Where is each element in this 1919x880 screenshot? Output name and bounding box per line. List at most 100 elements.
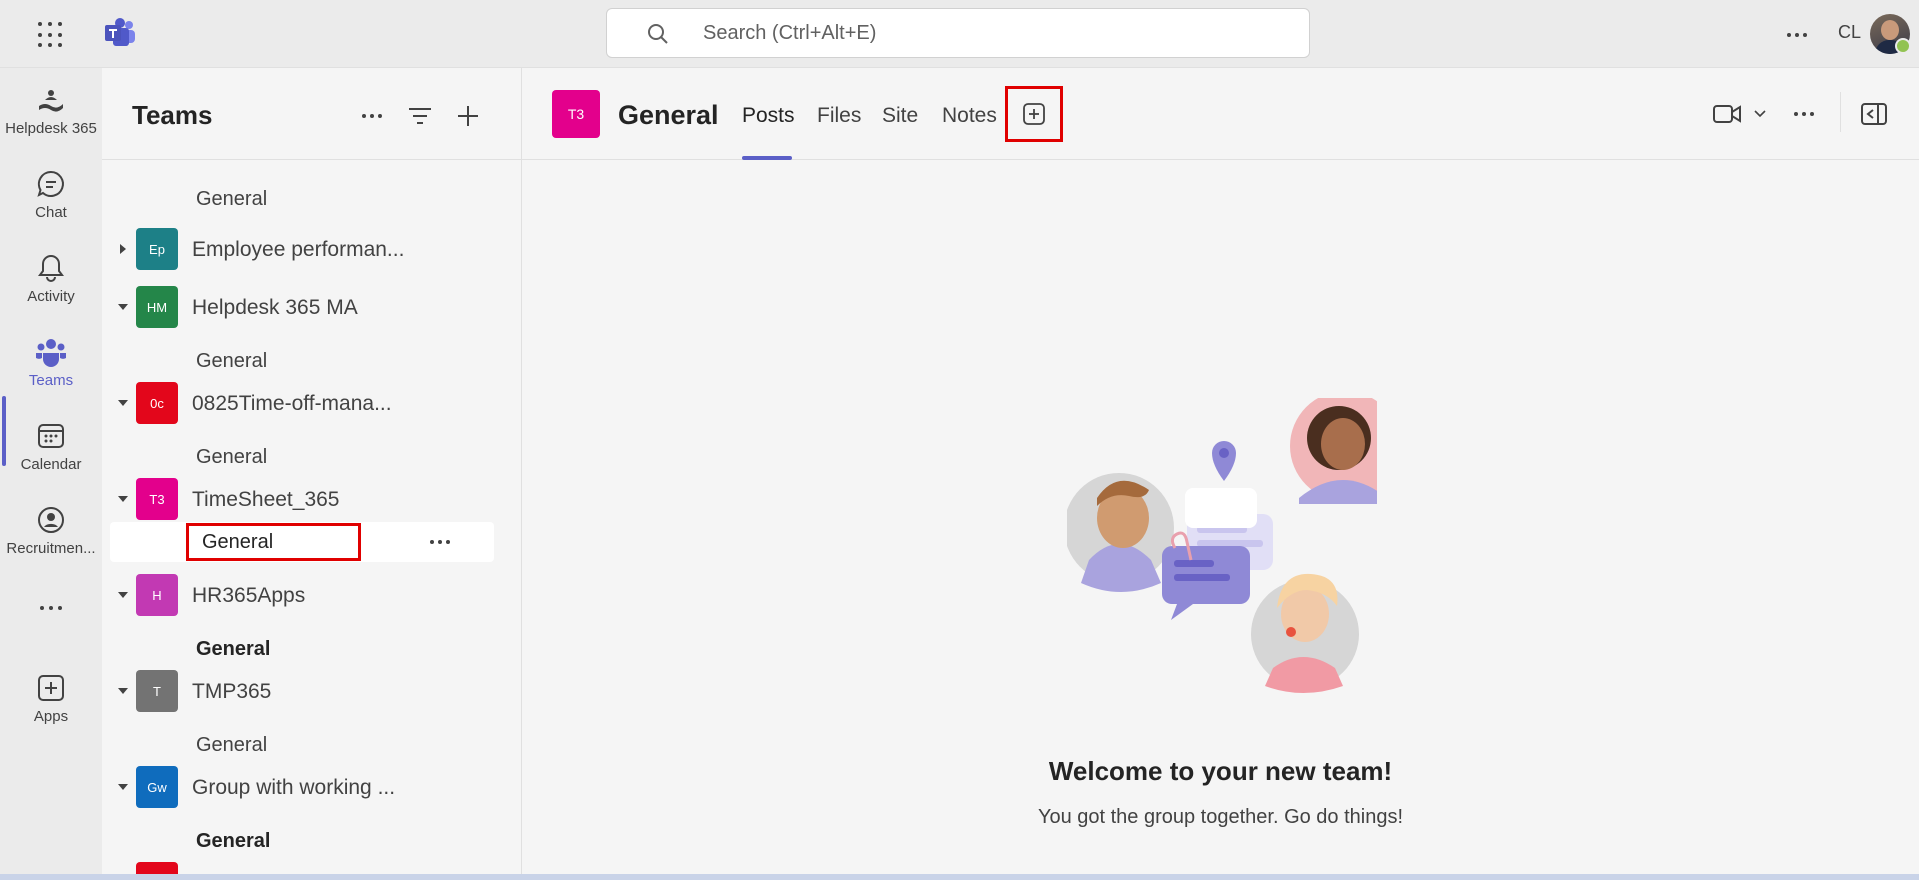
- create-team-button[interactable]: [452, 100, 484, 132]
- search-input[interactable]: [703, 21, 1263, 45]
- team-avatar: T3: [136, 478, 178, 520]
- channel-label: General: [196, 350, 268, 372]
- channel-label: General: [196, 446, 268, 468]
- team-avatar: Gw: [136, 766, 178, 808]
- helpdesk-icon: [39, 90, 63, 112]
- rail-item-label: Helpdesk 365: [5, 120, 97, 137]
- presence-available-icon: [1895, 38, 1911, 54]
- calendar-icon: [38, 424, 64, 448]
- channel-more-options-button[interactable]: [1788, 100, 1820, 128]
- rail-item-label: Recruitmen...: [6, 540, 96, 557]
- filter-button[interactable]: [404, 100, 436, 132]
- teams-logo-icon: [105, 18, 135, 46]
- team-name: Helpdesk 365 MA: [192, 296, 358, 319]
- team-name: TimeSheet_365: [192, 488, 340, 511]
- teams-icon: [36, 339, 66, 367]
- teams-list-pane: Teams General Ep Employee performan... H…: [102, 68, 522, 874]
- rail-item-activity[interactable]: Activity: [0, 242, 102, 322]
- team-avatar: [136, 862, 178, 874]
- channel-row[interactable]: General: [102, 818, 521, 864]
- team-row-partial[interactable]: [102, 860, 521, 874]
- window-bottom-edge: [0, 874, 1919, 880]
- rail-item-label: Chat: [35, 204, 67, 221]
- rail-more-button[interactable]: [0, 578, 102, 638]
- team-avatar: HM: [136, 286, 178, 328]
- welcome-illustration: [1067, 398, 1377, 693]
- team-row[interactable]: T TMP365: [102, 668, 521, 714]
- team-row[interactable]: Ep Employee performan...: [102, 226, 521, 272]
- team-row[interactable]: T3 TimeSheet_365: [102, 476, 521, 522]
- add-tab-button[interactable]: [1005, 86, 1063, 142]
- search-icon: [648, 24, 668, 44]
- settings-more-button[interactable]: [1782, 20, 1812, 50]
- channel-more-button[interactable]: [430, 532, 460, 552]
- channel-row[interactable]: General: [102, 338, 521, 384]
- channel-row-selected[interactable]: General: [110, 522, 494, 562]
- user-initials: CL: [1838, 22, 1862, 42]
- recruitment-icon: [38, 507, 64, 533]
- caret-down-icon[interactable]: [116, 300, 130, 314]
- team-name: TMP365: [192, 680, 272, 703]
- tab-posts[interactable]: Posts: [742, 104, 795, 128]
- channel-team-avatar: T3: [552, 90, 600, 138]
- video-camera-icon: [1713, 105, 1741, 123]
- add-tab-icon: [1023, 103, 1045, 125]
- meet-button[interactable]: [1710, 100, 1770, 128]
- app-rail: Helpdesk 365 Chat Activity Teams Calenda…: [0, 68, 102, 874]
- channel-label: General: [196, 734, 268, 756]
- active-tab-indicator: [742, 156, 792, 160]
- channel-label: General: [196, 638, 271, 660]
- rail-item-label: Activity: [27, 288, 75, 305]
- add-apps-icon: [38, 675, 64, 701]
- rail-item-apps[interactable]: Apps: [0, 662, 102, 742]
- caret-right-icon[interactable]: [116, 242, 130, 256]
- welcome-heading: Welcome to your new team!: [1048, 756, 1393, 786]
- team-avatar: T: [136, 670, 178, 712]
- caret-down-icon[interactable]: [116, 492, 130, 506]
- team-row[interactable]: Gw Group with working ...: [102, 764, 521, 810]
- rail-item-label: Calendar: [20, 456, 82, 473]
- welcome-subtitle: You got the group together. Go do things…: [1037, 806, 1404, 828]
- rail-item-label: Teams: [28, 372, 74, 389]
- channel-main: T3 General Posts Files Site Notes Welcom…: [522, 68, 1919, 874]
- caret-down-icon[interactable]: [116, 588, 130, 602]
- team-avatar: 0c: [136, 382, 178, 424]
- caret-down-icon[interactable]: [116, 396, 130, 410]
- channel-row[interactable]: General: [102, 434, 521, 480]
- team-row[interactable]: H HR365Apps: [102, 572, 521, 618]
- team-row[interactable]: 0c 0825Time-off-mana...: [102, 380, 521, 426]
- team-name: Group with working ...: [192, 776, 396, 799]
- rail-item-label: Apps: [33, 708, 69, 725]
- open-pane-button[interactable]: [1858, 100, 1890, 128]
- caret-down-icon[interactable]: [116, 684, 130, 698]
- rail-item-calendar[interactable]: Calendar: [0, 410, 102, 490]
- channel-row[interactable]: General: [102, 722, 521, 768]
- tab-site[interactable]: Site: [882, 104, 918, 128]
- channel-label: General: [196, 188, 268, 210]
- search-box[interactable]: [606, 8, 1310, 58]
- channel-label: General: [196, 830, 271, 852]
- side-panel-icon: [1861, 103, 1887, 125]
- channel-label: General: [202, 531, 274, 553]
- caret-down-icon[interactable]: [116, 780, 130, 794]
- more-icon: [36, 606, 66, 610]
- tab-notes[interactable]: Notes: [942, 104, 997, 128]
- team-avatar: H: [136, 574, 178, 616]
- team-row[interactable]: HM Helpdesk 365 MA: [102, 284, 521, 330]
- channel-row[interactable]: General: [102, 176, 521, 222]
- rail-item-helpdesk[interactable]: Helpdesk 365: [0, 74, 102, 154]
- app-launcher-icon[interactable]: [36, 20, 66, 50]
- tab-files[interactable]: Files: [817, 104, 861, 128]
- channel-row[interactable]: General: [102, 626, 521, 672]
- channel-header: T3 General Posts Files Site Notes: [522, 68, 1919, 160]
- teams-pane-header: Teams: [102, 68, 521, 160]
- team-name: 0825Time-off-mana...: [192, 392, 392, 415]
- top-bar: CL: [0, 0, 1919, 68]
- bell-icon: [38, 254, 64, 282]
- rail-item-chat[interactable]: Chat: [0, 158, 102, 238]
- header-divider: [1840, 92, 1841, 132]
- rail-item-recruitment[interactable]: Recruitmen...: [0, 494, 102, 574]
- plus-icon: [458, 106, 478, 126]
- rail-item-teams[interactable]: Teams: [0, 326, 102, 406]
- pane-more-button[interactable]: [356, 100, 388, 132]
